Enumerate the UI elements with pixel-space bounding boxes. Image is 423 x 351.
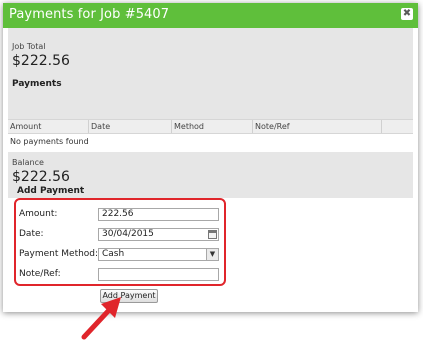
payment-method-label: Payment Method: bbox=[19, 249, 99, 259]
balance-label: Balance bbox=[12, 158, 44, 167]
column-header-note: Note/Ref bbox=[255, 122, 290, 131]
close-icon[interactable]: ✖ bbox=[401, 8, 413, 20]
column-separator bbox=[381, 120, 382, 133]
column-header-amount: Amount bbox=[10, 122, 42, 131]
column-separator bbox=[171, 120, 172, 133]
date-input-value: 30/04/2015 bbox=[102, 229, 154, 239]
date-label: Date: bbox=[19, 229, 44, 239]
job-total-label: Job Total bbox=[12, 42, 46, 51]
summary-panel: Job Total $222.56 Payments bbox=[8, 28, 413, 119]
column-separator bbox=[88, 120, 89, 133]
payment-method-select[interactable]: Cash ▼ bbox=[98, 248, 219, 261]
dialog-title: Payments for Job #5407 bbox=[9, 7, 170, 22]
note-ref-label: Note/Ref: bbox=[19, 269, 61, 279]
dialog-body: Job Total $222.56 Payments Amount Date M… bbox=[8, 28, 413, 308]
chevron-down-icon[interactable]: ▼ bbox=[206, 249, 218, 260]
payment-method-value: Cash bbox=[102, 249, 125, 259]
payments-heading: Payments bbox=[12, 79, 62, 89]
dialog-title-bar: Payments for Job #5407 ✖ bbox=[3, 3, 418, 28]
payments-dialog: Payments for Job #5407 ✖ Job Total $222.… bbox=[3, 3, 418, 312]
add-payment-heading: Add Payment bbox=[17, 186, 85, 196]
job-total-value: $222.56 bbox=[12, 53, 70, 69]
column-header-method: Method bbox=[174, 122, 205, 131]
amount-label: Amount: bbox=[19, 209, 58, 219]
amount-input-value: 222.56 bbox=[102, 209, 134, 219]
payments-empty-message: No payments found bbox=[10, 137, 89, 146]
arrow-annotation bbox=[81, 297, 121, 340]
balance-value: $222.56 bbox=[12, 169, 70, 185]
calendar-icon[interactable] bbox=[208, 230, 217, 239]
column-header-date: Date bbox=[91, 122, 111, 131]
date-input[interactable]: 30/04/2015 bbox=[98, 228, 219, 241]
payments-table-header: Amount Date Method Note/Ref bbox=[8, 119, 413, 134]
amount-input[interactable]: 222.56 bbox=[98, 208, 219, 221]
note-ref-input[interactable] bbox=[98, 268, 219, 281]
column-separator bbox=[252, 120, 253, 133]
